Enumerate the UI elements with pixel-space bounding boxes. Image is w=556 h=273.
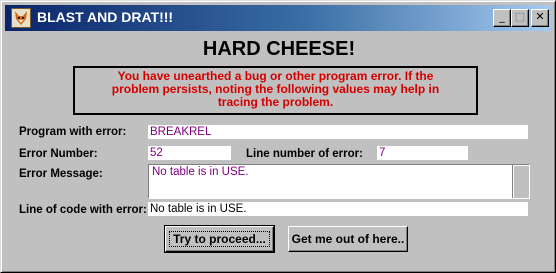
window-title: BLAST AND DRAT!!! (37, 9, 174, 25)
minimize-icon[interactable]: _ (493, 9, 511, 27)
program-label: Program with error: (19, 126, 127, 138)
line-number-field[interactable]: 7 (377, 146, 468, 160)
get-me-out-button[interactable]: Get me out of here.. (288, 226, 408, 252)
maximize-icon: □ (511, 9, 529, 27)
line-number-label: Line number of error: (246, 148, 363, 160)
page-title: HARD CHEESE! (202, 38, 356, 60)
error-number-label: Error Number: (19, 148, 98, 160)
error-number-field[interactable]: 52 (148, 146, 231, 160)
try-to-proceed-button[interactable]: Try to proceed... (164, 225, 275, 253)
error-explanation-text: You have unearthed a bug or other progra… (111, 69, 440, 109)
error-message-label: Error Message: (19, 168, 103, 180)
error-dialog-window: BLAST AND DRAT!!! _ □ ✕ HARD CHEESE! You… (0, 0, 556, 273)
line-of-code-field[interactable]: No table is in USE. (148, 202, 528, 216)
program-field[interactable]: BREAKREL (148, 125, 528, 139)
line-of-code-label: Line of code with error: (19, 204, 147, 216)
error-message-box: You have unearthed a bug or other progra… (73, 66, 478, 115)
title-bar[interactable]: BLAST AND DRAT!!! _ □ ✕ (5, 5, 551, 31)
fox-icon[interactable] (11, 8, 31, 28)
close-icon[interactable]: ✕ (531, 9, 549, 27)
try-to-proceed-label: Try to proceed... (169, 231, 270, 247)
error-message-value: No table is in USE. (152, 166, 249, 178)
error-message-memo[interactable]: No table is in USE. (148, 164, 530, 199)
memo-scrollbar[interactable] (512, 165, 529, 198)
